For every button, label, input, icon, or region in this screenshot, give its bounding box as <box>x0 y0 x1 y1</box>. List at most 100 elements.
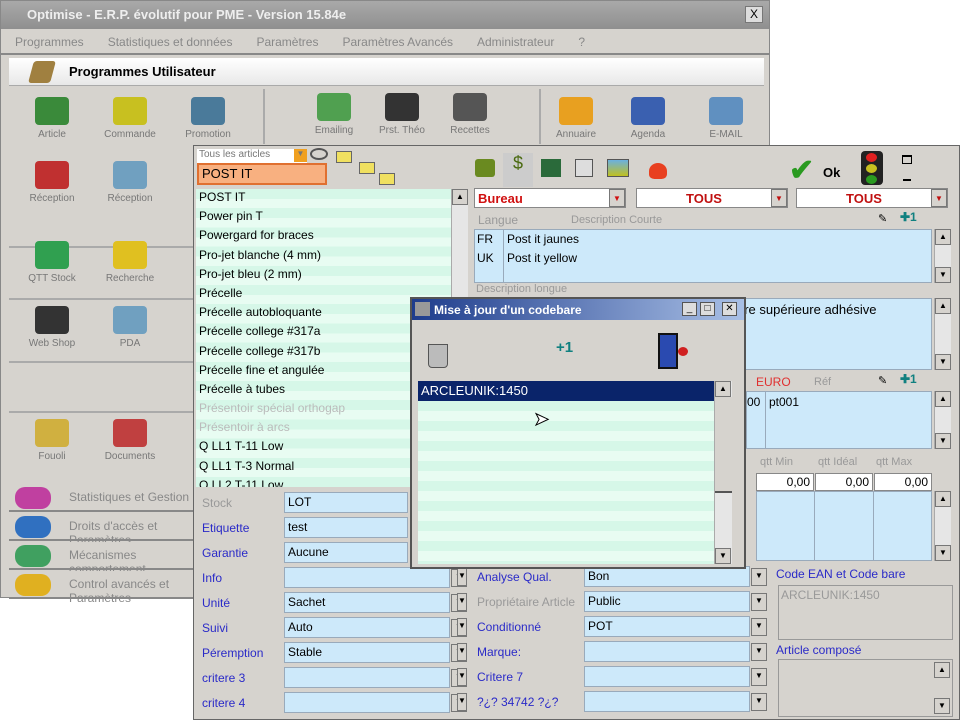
article-list-item[interactable]: POST IT <box>196 190 451 209</box>
field-input[interactable] <box>584 641 750 662</box>
field-input[interactable] <box>584 666 750 687</box>
folder-icon[interactable] <box>336 151 352 163</box>
chevron-down-icon[interactable]: ▼ <box>294 149 307 162</box>
field-input[interactable]: test <box>284 517 408 538</box>
program-button[interactable]: Réception <box>95 161 165 204</box>
program-button[interactable]: Fouoli <box>17 419 87 462</box>
chevron-down-icon[interactable]: ▼ <box>751 693 767 711</box>
field-input[interactable] <box>284 567 450 588</box>
ean-box[interactable]: ARCLEUNIK:1450 <box>778 585 953 640</box>
toolbar-button-agenda[interactable]: Agenda <box>613 97 683 140</box>
program-button[interactable]: Réception <box>17 161 87 204</box>
chevron-down-icon[interactable]: ▼ <box>931 189 947 207</box>
program-button[interactable]: Documents <box>95 419 165 462</box>
field-input[interactable] <box>284 667 450 688</box>
document-icon[interactable] <box>575 159 593 177</box>
scroll-down-button[interactable]: ▼ <box>715 548 731 564</box>
maximize-icon[interactable] <box>902 155 912 164</box>
edit-icon[interactable]: ✎ <box>878 374 887 387</box>
quantity-scrollbar[interactable]: ▲ ▼ <box>934 491 951 561</box>
price-list[interactable]: 00 pt001 <box>746 391 932 449</box>
menu-item[interactable]: ? <box>578 35 585 53</box>
toolbar-button-emailing[interactable]: Emailing <box>299 93 369 136</box>
article-search-input[interactable]: POST IT <box>197 163 327 185</box>
folder-icon[interactable] <box>379 173 395 185</box>
article-list-item[interactable]: Powergard for braces <box>196 228 451 247</box>
field-input[interactable]: Aucune <box>284 542 408 563</box>
chevron-down-icon[interactable]: ▼ <box>609 189 625 207</box>
program-button[interactable]: Web Shop <box>17 306 87 349</box>
field-input[interactable]: Public <box>584 591 750 612</box>
chat-icon[interactable] <box>310 148 328 160</box>
article-list-item[interactable]: Pro-jet bleu (2 mm) <box>196 267 451 286</box>
field-input[interactable]: Stable <box>284 642 450 663</box>
price-icon[interactable]: $ <box>503 153 533 187</box>
barcode-list-scrollbar[interactable]: ▲ ▼ <box>714 381 732 564</box>
close-button[interactable]: X <box>745 6 763 23</box>
checkmark-icon[interactable]: ✔ <box>789 153 814 188</box>
field-input[interactable] <box>284 692 450 713</box>
chevron-down-icon[interactable]: ▼ <box>457 643 467 661</box>
scroll-up-button[interactable]: ▲ <box>452 189 468 205</box>
chevron-down-icon[interactable]: ▼ <box>457 618 467 636</box>
left-section-item[interactable]: Control avancés et Paramètres <box>9 571 199 605</box>
menu-item[interactable]: Programmes <box>15 35 84 53</box>
description-text[interactable]: Post it yellow <box>507 251 577 265</box>
fire-icon[interactable] <box>649 163 667 179</box>
edit-icon[interactable]: ✎ <box>878 212 887 225</box>
toolbar-button-promotion[interactable]: Promotion <box>173 97 243 140</box>
folder-icon[interactable] <box>359 162 375 174</box>
scroll-thumb[interactable] <box>715 397 732 493</box>
stock-icon[interactable] <box>475 159 495 177</box>
quantity-input[interactable]: 0,00 <box>874 473 932 491</box>
field-input[interactable]: Auto <box>284 617 450 638</box>
description-text[interactable]: Post it jaunes <box>507 232 579 246</box>
chevron-down-icon[interactable]: ▼ <box>751 618 767 636</box>
menu-item[interactable]: Administrateur <box>477 35 554 53</box>
program-button[interactable]: Recherche <box>95 241 165 284</box>
chevron-down-icon[interactable]: ▼ <box>457 593 467 611</box>
description-list[interactable]: FR Post it jaunes UK Post it yellow <box>474 229 932 283</box>
toolbar-button-commande[interactable]: Commande <box>95 97 165 140</box>
menu-item[interactable]: Paramètres <box>256 35 318 53</box>
menu-item[interactable]: Statistiques et données <box>108 35 233 53</box>
left-section-item[interactable]: Mécanismes comportement <box>9 542 199 576</box>
exit-door-icon[interactable] <box>658 333 678 369</box>
trash-icon[interactable] <box>428 344 448 368</box>
add-one-icon[interactable]: ✚1 <box>900 372 917 386</box>
quantity-input[interactable]: 0,00 <box>756 473 814 491</box>
long-description-scrollbar[interactable]: ▲ ▼ <box>934 298 951 370</box>
toolbar-button-recettes[interactable]: Recettes <box>435 93 505 136</box>
minimize-button[interactable]: _ <box>682 302 697 316</box>
filter-combo-3[interactable]: TOUS ▼ <box>796 188 948 208</box>
add-one-icon[interactable]: ✚1 <box>900 210 917 224</box>
image-icon[interactable] <box>607 159 629 177</box>
scroll-up-button[interactable]: ▲ <box>715 381 731 397</box>
chevron-down-icon[interactable]: ▼ <box>457 668 467 686</box>
left-section-item[interactable]: Droits d'accès et Paramètres <box>9 513 199 547</box>
field-input[interactable]: Bon <box>584 566 750 587</box>
chevron-down-icon[interactable]: ▼ <box>457 568 467 586</box>
ok-button[interactable]: Ok <box>823 165 840 180</box>
program-button[interactable]: PDA <box>95 306 165 349</box>
program-button[interactable]: QTT Stock <box>17 241 87 284</box>
chevron-down-icon[interactable]: ▼ <box>457 693 467 711</box>
description-scrollbar[interactable]: ▲ ▼ <box>934 229 951 283</box>
toolbar-button-annuaire[interactable]: Annuaire <box>541 97 611 140</box>
barcode-list-item[interactable]: ARCLEUNIK:1450 <box>418 381 714 401</box>
quantity-input[interactable]: 0,00 <box>815 473 873 491</box>
toolbar-button-prsttho[interactable]: Prst. Théo <box>367 93 437 136</box>
family-combo[interactable]: Bureau ▼ <box>474 188 626 208</box>
quantity-grid[interactable] <box>756 491 932 561</box>
chevron-down-icon[interactable]: ▼ <box>751 593 767 611</box>
field-input[interactable]: LOT <box>284 492 408 513</box>
chevron-down-icon[interactable]: ▼ <box>751 668 767 686</box>
chevron-down-icon[interactable]: ▼ <box>771 189 787 207</box>
factory-icon[interactable] <box>541 159 561 177</box>
price-scrollbar[interactable]: ▲ ▼ <box>934 391 951 449</box>
barcode-list[interactable]: ARCLEUNIK:1450 <box>418 381 714 564</box>
left-section-item[interactable]: Statistiques et Gestion <box>9 484 199 512</box>
chevron-down-icon[interactable]: ▼ <box>751 643 767 661</box>
article-list-item[interactable]: Pro-jet blanche (4 mm) <box>196 248 451 267</box>
toolbar-button-email[interactable]: E-MAIL <box>691 97 761 140</box>
